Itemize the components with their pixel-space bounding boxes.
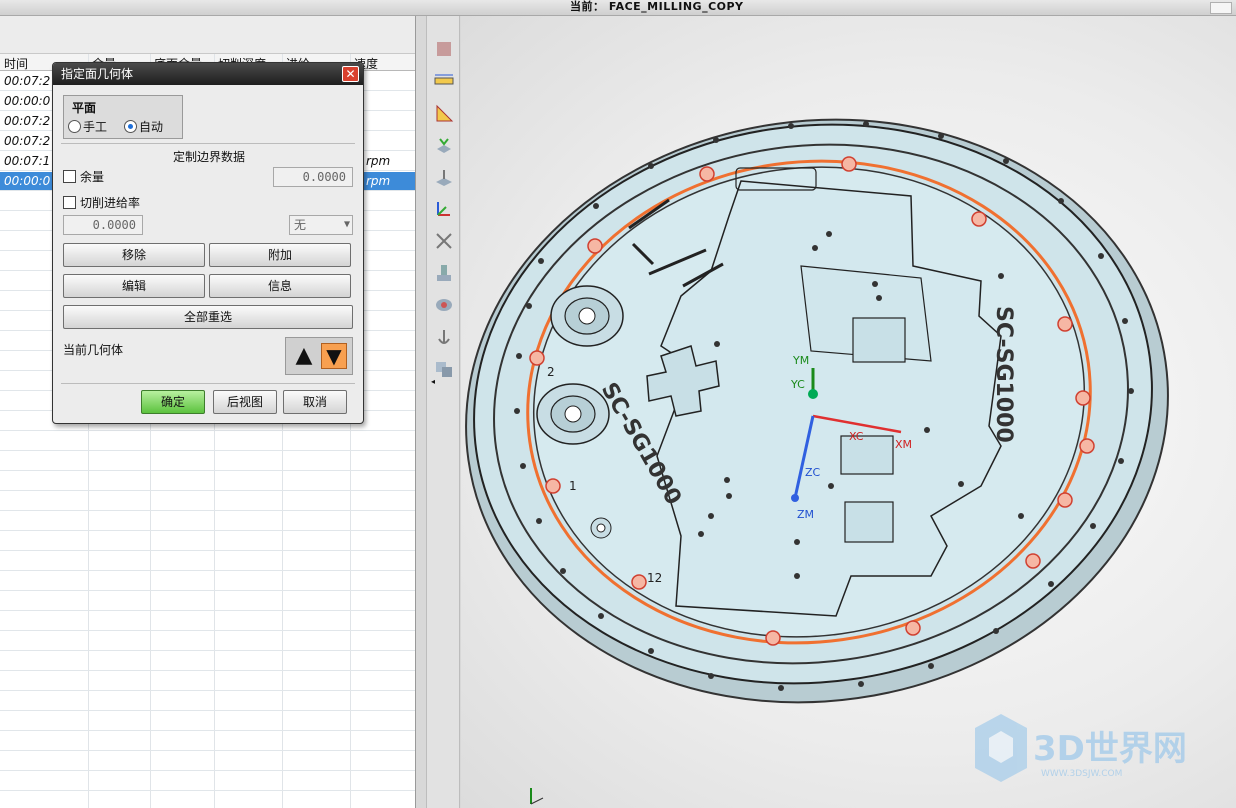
top-status-bar: 当前： FACE_MILLING_COPY [0, 0, 1236, 16]
feed-unit-value: 无 [294, 218, 307, 232]
time-cell: 00:07:2 [4, 134, 51, 148]
empty-table-row [0, 592, 415, 611]
mark-12: 12 [647, 571, 662, 585]
empty-table-row [0, 752, 415, 771]
custom-boundary-label: 定制边界数据 [173, 150, 246, 164]
edit-button[interactable]: 编辑 [63, 274, 205, 298]
watermark-url: WWW.3DSJW.COM [1041, 769, 1122, 779]
window-control[interactable] [1210, 2, 1232, 14]
empty-table-row [0, 692, 415, 711]
empty-table-row [0, 432, 415, 451]
watermark-logo [975, 714, 1027, 782]
reselect-all-button[interactable]: 全部重选 [63, 305, 353, 329]
info-button[interactable]: 信息 [209, 274, 351, 298]
empty-table-row [0, 552, 415, 571]
empty-table-row [0, 632, 415, 651]
speed-cell: rpm [366, 174, 391, 188]
checkbox-box [63, 170, 76, 183]
geometry-cycle-box: ▲ ▼ [285, 337, 353, 375]
stock-input[interactable]: 0.0000 [273, 167, 353, 187]
specify-face-geometry-dialog: 指定面几何体 ✕ 平面 手工 自动 定制边界数据 余量 0.0000 切削进给率… [52, 62, 364, 424]
current-geometry-label: 当前几何体 [63, 343, 124, 357]
empty-table-row [0, 472, 415, 491]
stock-label: 余量 [80, 170, 105, 184]
chevron-down-icon: ▼ [343, 219, 350, 230]
radio-auto[interactable]: 自动 [124, 118, 163, 135]
tool-holder-icon[interactable] [431, 260, 457, 286]
divider [61, 143, 355, 144]
empty-table-row [0, 492, 415, 511]
radio-auto-label: 自动 [139, 120, 164, 134]
time-cell: 00:07:2 [4, 114, 51, 128]
column-header-time[interactable]: 时间 [4, 55, 28, 72]
mark-2: 2 [547, 365, 555, 379]
plane-group-title: 平面 [72, 101, 97, 115]
axis-label-xm: XM [895, 438, 912, 451]
plane-group: 平面 手工 自动 [63, 95, 183, 139]
empty-table-row [0, 712, 415, 731]
empty-table-row [0, 572, 415, 591]
back-view-button[interactable]: 后视图 [213, 390, 277, 414]
ruler-icon[interactable] [431, 68, 457, 94]
feed-rate-input[interactable]: 0.0000 [63, 215, 143, 235]
axis-label-zm: ZM [797, 508, 814, 521]
csys-icon[interactable] [431, 196, 457, 222]
angle-measure-icon[interactable] [431, 100, 457, 126]
view-orient-icon[interactable] [431, 292, 457, 318]
navigator-toolbar-band [0, 16, 415, 54]
stock-checkbox[interactable]: 余量 [63, 168, 104, 185]
remove-button[interactable]: 移除 [63, 243, 205, 267]
append-button[interactable]: 附加 [209, 243, 351, 267]
engraving-text-right: SC-SG1000 [991, 306, 1016, 443]
axis-label-yc: YC [790, 378, 805, 391]
divider [61, 383, 355, 384]
cut-feed-label: 切削进给率 [80, 196, 141, 210]
resource-toolbar: ◂ [426, 16, 460, 808]
time-cell: 00:00:0 [4, 94, 51, 108]
speed-cell: rpm [366, 154, 391, 168]
empty-table-row [0, 772, 415, 791]
cut-feed-checkbox[interactable]: 切削进给率 [63, 194, 140, 211]
dialog-title: 指定面几何体 [53, 63, 363, 85]
ok-button[interactable]: 确定 [141, 390, 205, 414]
close-icon[interactable]: ✕ [342, 66, 359, 82]
feed-unit-select[interactable]: 无 ▼ [289, 215, 353, 235]
mark-1: 1 [569, 479, 577, 493]
watermark-text: 3D世界网 [1033, 729, 1187, 769]
radio-manual-label: 手工 [83, 120, 108, 134]
graphics-viewport[interactable]: SC-SG1000 SC-SG1000 2 1 12 YM YC XC XM Z… [461, 16, 1236, 808]
down-arrow-icon[interactable]: ▼ [321, 343, 347, 369]
radio-dot [68, 120, 81, 133]
empty-table-row [0, 672, 415, 691]
view-triad-icon [530, 788, 544, 805]
time-cell: 00:00:0 [4, 174, 51, 188]
time-cell: 00:07:1 [4, 154, 51, 168]
checkbox-box [63, 196, 76, 209]
empty-table-row [0, 612, 415, 631]
time-cell: 00:07:2 [4, 74, 51, 88]
radio-manual[interactable]: 手工 [68, 118, 107, 135]
empty-table-row [0, 732, 415, 751]
transform-icon[interactable] [431, 228, 457, 254]
axis-label-zc: ZC [805, 466, 821, 479]
axis-label-xc: XC [849, 430, 864, 443]
part-model: SC-SG1000 SC-SG1000 2 1 12 YM YC XC XM Z… [465, 118, 1187, 805]
anchor-icon[interactable] [431, 324, 457, 350]
empty-table-row [0, 652, 415, 671]
current-operation-label: 当前： FACE_MILLING_COPY [570, 0, 744, 13]
cube-view-icon[interactable] [431, 36, 457, 62]
rotate-plane-icon[interactable] [431, 132, 457, 158]
empty-table-row [0, 792, 415, 808]
empty-table-row [0, 452, 415, 471]
radio-dot-selected [124, 120, 137, 133]
plane-icon[interactable] [431, 164, 457, 190]
axis-label-ym: YM [792, 354, 809, 367]
up-arrow-icon[interactable]: ▲ [291, 343, 317, 369]
cancel-button[interactable]: 取消 [283, 390, 347, 414]
empty-table-row [0, 532, 415, 551]
spindle-disc-1 [550, 285, 624, 347]
collapse-arrow-icon[interactable]: ◂ [431, 377, 435, 386]
empty-table-row [0, 512, 415, 531]
